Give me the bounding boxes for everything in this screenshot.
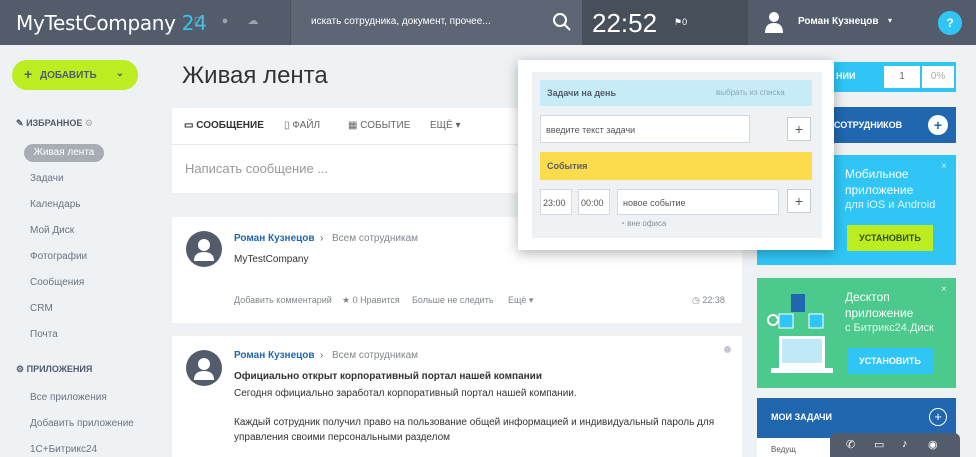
post-text: Каждый сотрудник получил право на пользо… bbox=[234, 417, 715, 428]
like-link[interactable]: ★ 0 Нравится bbox=[342, 295, 400, 306]
help-button[interactable]: ? bbox=[938, 11, 962, 35]
chevron-down-icon[interactable]: ▾ bbox=[888, 16, 892, 25]
phone-icon[interactable]: ✆ bbox=[846, 438, 855, 451]
sidebar-item-tasks[interactable]: Задачи bbox=[30, 173, 64, 184]
messenger-bar: ✆ ▭ ♪ ◉ bbox=[830, 433, 960, 457]
tab-more[interactable]: ЕЩЁ ▾ bbox=[430, 120, 461, 131]
unfollow-link[interactable]: Больше не следить bbox=[412, 295, 494, 305]
post-menu-icon[interactable] bbox=[724, 346, 731, 353]
post-composer[interactable]: ▭ СООБЩЕНИЕ ▯ ФАЙЛ ▦ СОБЫТИЕ ЕЩЁ ▾ Напис… bbox=[172, 108, 520, 193]
tab-file[interactable]: ▯ ФАЙЛ bbox=[284, 120, 320, 131]
comment-link[interactable]: Добавить комментарий bbox=[234, 295, 332, 305]
user-menu[interactable]: Роман Кузнецов ▾ bbox=[748, 0, 928, 45]
clock-widget[interactable]: 22:52 ⚑0 bbox=[582, 0, 748, 45]
install-button[interactable]: УСТАНОВИТЬ bbox=[847, 348, 933, 374]
more-link[interactable]: Ещё ▾ bbox=[508, 295, 533, 306]
events-header: События bbox=[540, 152, 812, 180]
choose-from-list-link[interactable]: выбрать из списка bbox=[716, 88, 785, 97]
invite-widget[interactable]: СОТРУДНИКОВ + bbox=[834, 107, 956, 143]
clock-time[interactable]: 22:52 bbox=[592, 8, 657, 39]
post-text: управления своими персональными разделом bbox=[234, 432, 451, 443]
settings-icon[interactable]: ◉ bbox=[928, 438, 938, 451]
arrow-icon: › bbox=[320, 350, 324, 361]
search-input[interactable]: искать сотрудника, документ, прочее... bbox=[311, 16, 491, 27]
tasks-header: Задачи на день выбрать из списка bbox=[540, 80, 812, 106]
tab-message[interactable]: ▭ СООБЩЕНИЕ bbox=[184, 120, 264, 131]
post-text: Сегодня официально заработал корпоративн… bbox=[234, 388, 577, 399]
divider bbox=[172, 144, 520, 145]
post-author[interactable]: Роман Кузнецов bbox=[234, 350, 315, 361]
message-input[interactable]: Написать сообщение ... bbox=[185, 161, 328, 176]
cloud-icon[interactable]: ☁ bbox=[246, 14, 260, 28]
user-icon bbox=[765, 12, 783, 33]
page-title: Живая лента bbox=[182, 62, 328, 89]
close-icon[interactable]: × bbox=[941, 284, 947, 295]
add-task-button[interactable]: + bbox=[787, 117, 811, 141]
desktop-illustration-icon bbox=[767, 294, 833, 373]
chat-icon[interactable]: ▢ bbox=[192, 14, 206, 28]
time-from-input[interactable]: 23:00 bbox=[540, 189, 572, 215]
apps-heading[interactable]: ⚙ ПРИЛОЖЕНИЯ bbox=[16, 364, 92, 375]
chat-icon[interactable]: ▭ bbox=[874, 438, 884, 451]
search-box[interactable]: искать сотрудника, документ, прочее... bbox=[290, 0, 582, 45]
plus-icon: + bbox=[24, 66, 33, 82]
sidebar-item-photos[interactable]: Фотографии bbox=[30, 251, 87, 262]
avatar[interactable] bbox=[186, 350, 222, 386]
bell-icon[interactable]: ♪ bbox=[902, 438, 908, 450]
apps-icon: ⚙ bbox=[16, 364, 25, 374]
arrow-icon: › bbox=[320, 233, 324, 244]
time-to-input[interactable]: 00:00 bbox=[578, 189, 610, 215]
sidebar-item-mail[interactable]: Почта bbox=[30, 329, 58, 340]
sidebar-item-add-app[interactable]: Добавить приложение bbox=[30, 418, 134, 429]
desktop-app-widget: Десктоп приложение с Битрикс24.Диск × УС… bbox=[757, 278, 956, 388]
plus-icon[interactable]: + bbox=[928, 115, 948, 135]
post-destination[interactable]: Всем сотрудникам bbox=[332, 233, 418, 244]
favorites-heading[interactable]: ✎ ИЗБРАННОЕ ⚙ bbox=[16, 118, 93, 129]
sidebar-item-crm[interactable]: CRM bbox=[30, 303, 53, 314]
chevron-down-icon: ⌄ bbox=[115, 68, 124, 79]
settings-icon[interactable]: ⚙ bbox=[85, 118, 93, 128]
add-event-button[interactable]: + bbox=[787, 189, 811, 213]
task-input[interactable]: введите текст задачи bbox=[540, 115, 750, 143]
sidebar-item-1c[interactable]: 1С+Битрикс24 bbox=[30, 444, 97, 455]
notification-icon[interactable]: ● bbox=[218, 14, 232, 28]
post-author[interactable]: Роман Кузнецов bbox=[234, 233, 315, 244]
out-of-office-toggle[interactable]: ◔ вне офиса bbox=[620, 219, 666, 228]
event-input[interactable]: новое событие bbox=[617, 189, 779, 215]
tab-event[interactable]: ▦ СОБЫТИЕ bbox=[348, 120, 410, 131]
feed-post: Роман Кузнецов › Всем сотрудникам Официа… bbox=[172, 336, 742, 457]
post-text: MyTestCompany bbox=[234, 254, 309, 265]
pin-icon: ✎ bbox=[16, 118, 24, 128]
close-icon[interactable]: × bbox=[941, 161, 947, 172]
post-time: ◷ 22:38 bbox=[692, 295, 725, 305]
efficiency-widget[interactable]: НИИ 1 0% bbox=[834, 62, 956, 92]
sidebar-item-disk[interactable]: Мой Диск bbox=[30, 225, 74, 236]
avatar[interactable] bbox=[186, 231, 222, 267]
search-icon[interactable] bbox=[552, 12, 572, 32]
logo[interactable]: MyTestCompany 24 bbox=[16, 11, 207, 35]
add-task-icon[interactable]: + bbox=[929, 408, 947, 426]
sidebar-item-all-apps[interactable]: Все приложения bbox=[30, 392, 107, 403]
post-title: Официально открыт корпоративный портал н… bbox=[234, 371, 542, 382]
add-button-label: ДОБАВИТЬ bbox=[40, 70, 97, 81]
sidebar-item-calendar[interactable]: Календарь bbox=[30, 199, 80, 210]
sidebar-item-messages[interactable]: Сообщения bbox=[30, 277, 84, 288]
user-name[interactable]: Роман Кузнецов bbox=[798, 16, 879, 27]
add-button[interactable]: + ДОБАВИТЬ ⌄ bbox=[12, 60, 138, 90]
post-destination[interactable]: Всем сотрудникам bbox=[332, 350, 418, 361]
sidebar-item-feed[interactable]: Живая лента bbox=[24, 144, 104, 162]
install-button[interactable]: УСТАНОВИТЬ bbox=[847, 225, 933, 251]
clock-flag-count: ⚑0 bbox=[674, 17, 688, 27]
